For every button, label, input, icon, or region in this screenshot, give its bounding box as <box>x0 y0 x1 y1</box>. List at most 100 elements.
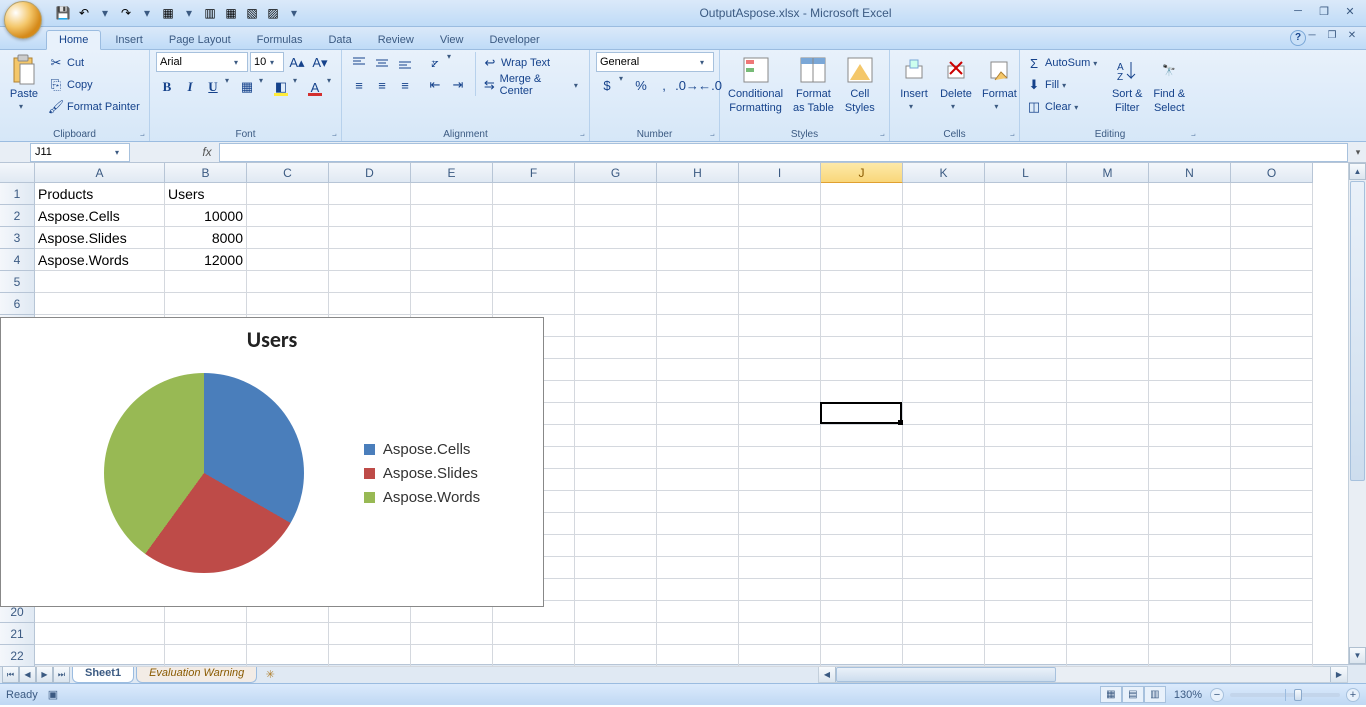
cell-I13[interactable] <box>739 447 821 469</box>
cell-O14[interactable] <box>1231 469 1313 491</box>
shrink-font-button[interactable]: A▾ <box>309 52 331 74</box>
undo-dropdown-icon[interactable]: ▾ <box>96 4 114 22</box>
cell-N10[interactable] <box>1149 381 1231 403</box>
column-header-H[interactable]: H <box>657 163 739 183</box>
row-header-22[interactable]: 22 <box>0 645 35 667</box>
cell-K15[interactable] <box>903 491 985 513</box>
number-format-combo[interactable]: General▾ <box>596 52 714 72</box>
cell-N20[interactable] <box>1149 601 1231 623</box>
cell-M19[interactable] <box>1067 579 1149 601</box>
cell-K18[interactable] <box>903 557 985 579</box>
cell-D22[interactable] <box>329 645 411 667</box>
cell-H3[interactable] <box>657 227 739 249</box>
cell-K4[interactable] <box>903 249 985 271</box>
cell-J12[interactable] <box>821 425 903 447</box>
bold-button[interactable]: B <box>156 76 178 98</box>
tab-formulas[interactable]: Formulas <box>245 31 315 49</box>
last-sheet-icon[interactable]: ⏭ <box>53 666 70 683</box>
cell-G2[interactable] <box>575 205 657 227</box>
cell-I12[interactable] <box>739 425 821 447</box>
cell-K8[interactable] <box>903 337 985 359</box>
cell-O21[interactable] <box>1231 623 1313 645</box>
ribbon-restore-icon[interactable]: ❐ <box>1324 30 1340 44</box>
cell-J11[interactable] <box>821 403 903 425</box>
column-header-K[interactable]: K <box>903 163 985 183</box>
cell-I21[interactable] <box>739 623 821 645</box>
cell-K2[interactable] <box>903 205 985 227</box>
cell-H4[interactable] <box>657 249 739 271</box>
column-header-A[interactable]: A <box>35 163 165 183</box>
percent-button[interactable]: % <box>630 74 652 96</box>
cut-button[interactable]: ✂Cut <box>48 52 140 74</box>
cell-M20[interactable] <box>1067 601 1149 623</box>
cell-M15[interactable] <box>1067 491 1149 513</box>
cell-O5[interactable] <box>1231 271 1313 293</box>
cell-I1[interactable] <box>739 183 821 205</box>
cell-B21[interactable] <box>165 623 247 645</box>
cell-N19[interactable] <box>1149 579 1231 601</box>
clear-button[interactable]: ◫Clear▾ <box>1026 96 1103 118</box>
ribbon-close-icon[interactable]: ✕ <box>1344 30 1360 44</box>
column-header-C[interactable]: C <box>247 163 329 183</box>
cell-L16[interactable] <box>985 513 1067 535</box>
cell-M4[interactable] <box>1067 249 1149 271</box>
cell-A4[interactable]: Aspose.Words <box>35 249 165 271</box>
cell-G21[interactable] <box>575 623 657 645</box>
column-header-G[interactable]: G <box>575 163 657 183</box>
cell-O10[interactable] <box>1231 381 1313 403</box>
cell-O8[interactable] <box>1231 337 1313 359</box>
increase-decimal-button[interactable]: .0→ <box>676 74 698 96</box>
expand-formula-bar-icon[interactable]: ▾ <box>1350 147 1366 158</box>
cell-O18[interactable] <box>1231 557 1313 579</box>
cell-L4[interactable] <box>985 249 1067 271</box>
cell-H16[interactable] <box>657 513 739 535</box>
cell-M22[interactable] <box>1067 645 1149 667</box>
column-header-O[interactable]: O <box>1231 163 1313 183</box>
cell-E22[interactable] <box>411 645 493 667</box>
cell-F4[interactable] <box>493 249 575 271</box>
cell-O3[interactable] <box>1231 227 1313 249</box>
qat-customize-icon[interactable]: ▾ <box>285 4 303 22</box>
cell-F21[interactable] <box>493 623 575 645</box>
cell-L6[interactable] <box>985 293 1067 315</box>
cell-N22[interactable] <box>1149 645 1231 667</box>
cell-O17[interactable] <box>1231 535 1313 557</box>
restore-icon[interactable]: ❐ <box>1314 5 1334 21</box>
cell-B22[interactable] <box>165 645 247 667</box>
cell-O2[interactable] <box>1231 205 1313 227</box>
comma-button[interactable]: , <box>653 74 675 96</box>
cell-I4[interactable] <box>739 249 821 271</box>
column-header-F[interactable]: F <box>493 163 575 183</box>
fill-button[interactable]: ⬇Fill▾ <box>1026 74 1103 96</box>
sheet-tab-sheet1[interactable]: Sheet1 <box>72 666 134 683</box>
cell-H5[interactable] <box>657 271 739 293</box>
cell-J9[interactable] <box>821 359 903 381</box>
cell-L5[interactable] <box>985 271 1067 293</box>
cell-K11[interactable] <box>903 403 985 425</box>
row-header-5[interactable]: 5 <box>0 271 35 293</box>
cell-B3[interactable]: 8000 <box>165 227 247 249</box>
column-header-I[interactable]: I <box>739 163 821 183</box>
italic-button[interactable]: I <box>179 76 201 98</box>
cell-M9[interactable] <box>1067 359 1149 381</box>
cell-J16[interactable] <box>821 513 903 535</box>
cell-N21[interactable] <box>1149 623 1231 645</box>
cell-H20[interactable] <box>657 601 739 623</box>
cell-F5[interactable] <box>493 271 575 293</box>
cell-I18[interactable] <box>739 557 821 579</box>
cell-H14[interactable] <box>657 469 739 491</box>
tab-home[interactable]: Home <box>46 30 101 50</box>
cell-I3[interactable] <box>739 227 821 249</box>
format-button[interactable]: Format▾ <box>980 52 1019 113</box>
cell-styles-button[interactable]: CellStyles <box>842 52 878 116</box>
cell-G10[interactable] <box>575 381 657 403</box>
cell-K14[interactable] <box>903 469 985 491</box>
cell-N18[interactable] <box>1149 557 1231 579</box>
cell-D4[interactable] <box>329 249 411 271</box>
cell-J14[interactable] <box>821 469 903 491</box>
tab-insert[interactable]: Insert <box>103 31 155 49</box>
cell-M3[interactable] <box>1067 227 1149 249</box>
cell-F1[interactable] <box>493 183 575 205</box>
cell-J22[interactable] <box>821 645 903 667</box>
row-header-4[interactable]: 4 <box>0 249 35 271</box>
